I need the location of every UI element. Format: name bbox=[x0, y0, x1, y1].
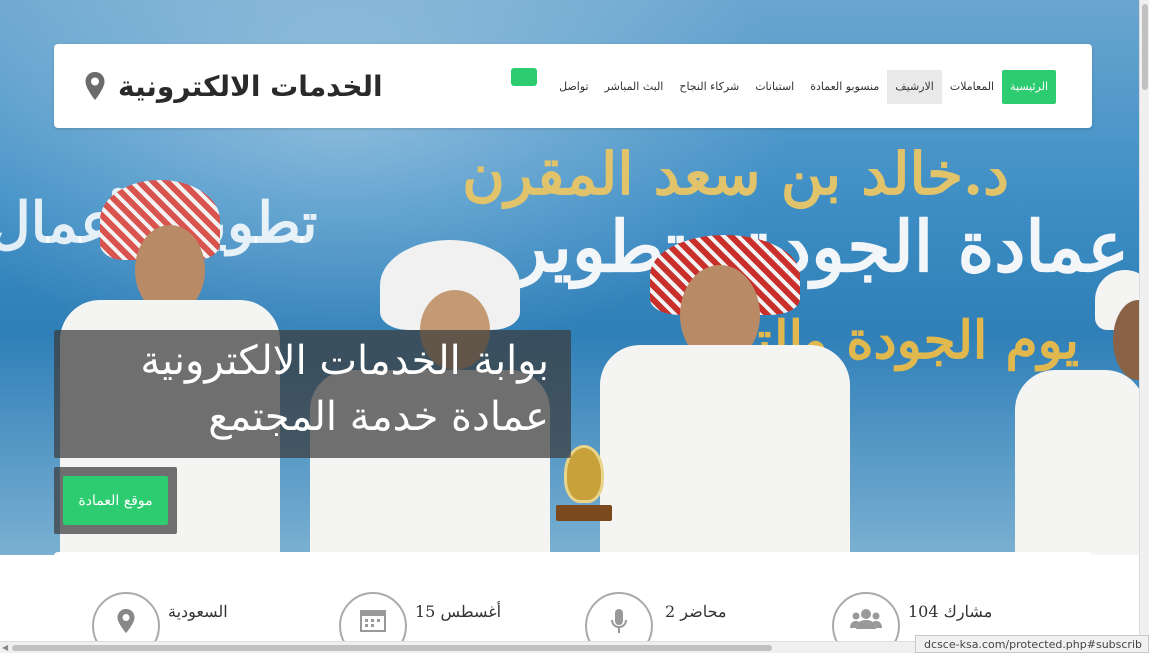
cta-wrapper: موقع العمادة bbox=[54, 467, 177, 534]
nav-green-button[interactable] bbox=[511, 68, 538, 86]
nav-staff[interactable]: منسوبو العمادة bbox=[802, 70, 887, 104]
map-marker-icon bbox=[85, 72, 105, 100]
top-navbar: الخدمات الالكترونية الرئيسية المعاملات ا… bbox=[54, 44, 1092, 128]
status-bar-url: dcsce-ksa.com/protected.php#subscrib bbox=[915, 635, 1149, 653]
browser-viewport: تطوير الأعمال د.خالد بن سعد المقرن عمادة… bbox=[0, 0, 1149, 653]
person-right bbox=[1015, 270, 1139, 555]
vertical-scroll-thumb[interactable] bbox=[1142, 4, 1148, 90]
vertical-scrollbar[interactable] bbox=[1139, 0, 1149, 640]
nav-transactions[interactable]: المعاملات bbox=[942, 70, 1002, 104]
nav-contact[interactable]: تواصل bbox=[551, 70, 596, 104]
person-center-right bbox=[600, 235, 860, 555]
nav-partners[interactable]: شركاء النجاح bbox=[671, 70, 747, 104]
banner-text-name: د.خالد بن سعد المقرن bbox=[462, 140, 1009, 208]
deanship-site-button[interactable]: موقع العمادة bbox=[63, 476, 168, 525]
stat-label: السعودية bbox=[168, 602, 228, 621]
site-brand[interactable]: الخدمات الالكترونية bbox=[84, 64, 383, 108]
nav-home[interactable]: الرئيسية bbox=[1002, 70, 1056, 104]
caption-subtitle: عمادة خدمة المجتمع bbox=[208, 394, 549, 440]
stat-label: مشارك 104 bbox=[908, 602, 993, 621]
horizontal-scroll-thumb[interactable] bbox=[12, 645, 772, 651]
hero-caption: بوابة الخدمات الالكترونية عمادة خدمة الم… bbox=[54, 330, 571, 458]
site-title: الخدمات الالكترونية bbox=[118, 69, 383, 103]
nav-live-stream[interactable]: البث المباشر bbox=[597, 70, 672, 104]
stat-label: محاضر 2 bbox=[665, 602, 727, 621]
nav-archive[interactable]: الارشيف bbox=[887, 70, 942, 104]
main-nav: الرئيسية المعاملات الارشيف منسوبو العماد… bbox=[497, 68, 1056, 104]
scroll-left-arrow-icon[interactable]: ◀ bbox=[2, 643, 8, 652]
stat-label: أغسطس 15 bbox=[415, 602, 502, 621]
nav-surveys[interactable]: استبانات bbox=[747, 70, 802, 104]
caption-title: بوابة الخدمات الالكترونية bbox=[140, 338, 549, 384]
